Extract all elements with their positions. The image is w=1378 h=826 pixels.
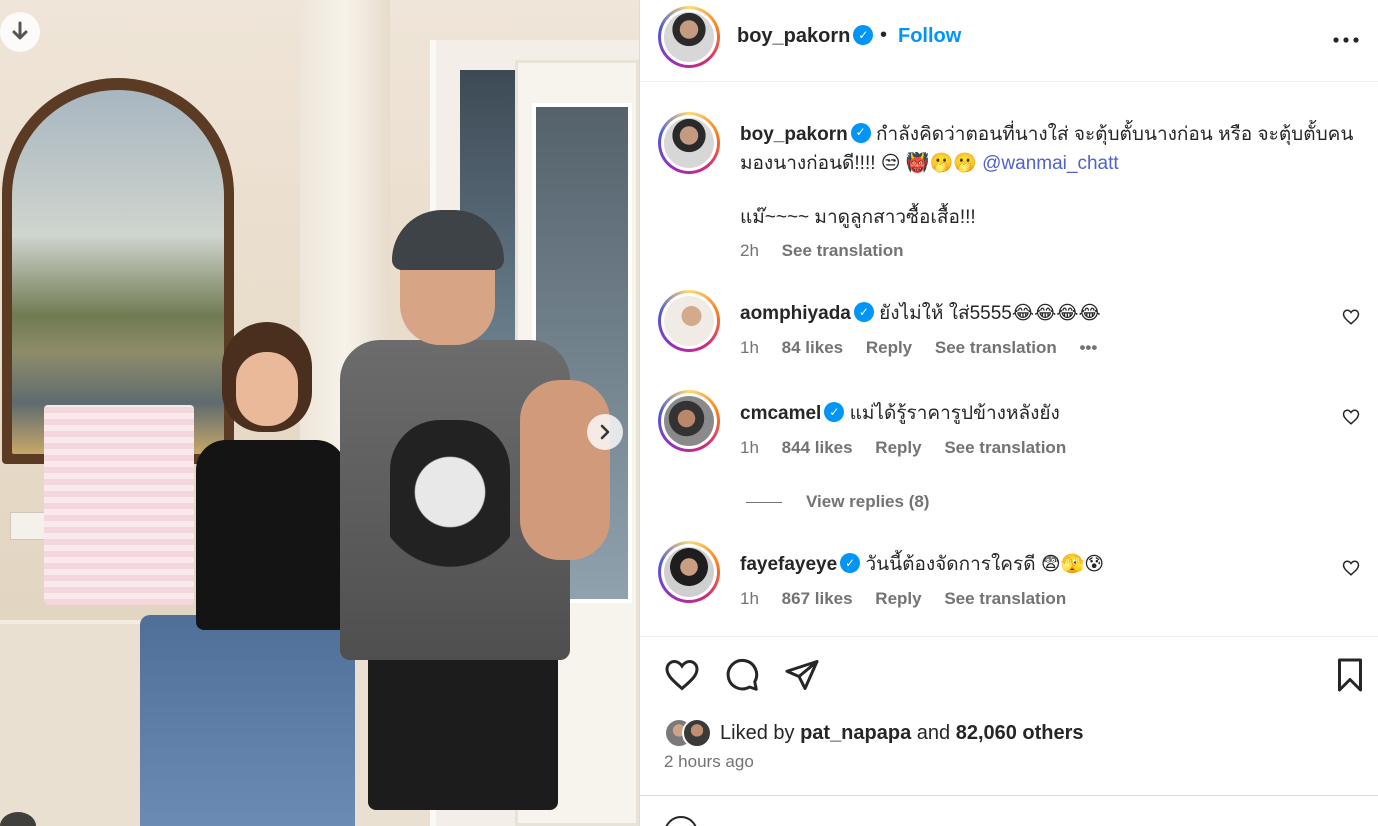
comment-item: fayefayeye ✓ วันนี้ต้องจัดการใครดี 😨🫣😰 1h… bbox=[658, 541, 1360, 621]
verified-badge-icon: ✓ bbox=[824, 401, 845, 422]
commenter-username[interactable]: cmcamel bbox=[740, 403, 821, 424]
header-separator: • bbox=[880, 24, 888, 46]
photo-girl-top bbox=[196, 440, 346, 630]
view-replies-line bbox=[746, 501, 782, 503]
comment-time: 1h bbox=[740, 338, 759, 357]
liked-by-middle: and bbox=[911, 721, 956, 744]
share-icon[interactable] bbox=[784, 657, 824, 697]
commenter-avatar[interactable] bbox=[658, 541, 720, 603]
comment-time: 1h bbox=[740, 438, 759, 457]
next-photo-button[interactable] bbox=[587, 414, 623, 450]
comment-likes[interactable]: 867 likes bbox=[782, 589, 853, 608]
comment-like-heart-icon[interactable] bbox=[1342, 308, 1360, 332]
comment-text: แม่ได้รู้ราคารูปข้างหลังยัง bbox=[849, 403, 1060, 424]
follow-button[interactable]: Follow bbox=[898, 25, 961, 48]
photo-man-shorts bbox=[368, 640, 558, 810]
verified-badge-icon: ✓ bbox=[850, 122, 871, 143]
comment-see-translation[interactable]: See translation bbox=[935, 338, 1057, 357]
view-replies-button[interactable]: View replies (8) bbox=[746, 492, 929, 512]
liked-by-prefix: Liked by bbox=[720, 721, 801, 744]
comment-time: 1h bbox=[740, 589, 759, 608]
verified-badge-icon: ✓ bbox=[840, 552, 861, 573]
comment-text: ยังไม่ให้ ใส่5555😂😂😂😂 bbox=[879, 303, 1101, 324]
liked-by-row: Liked by pat_napapa and 82,060 others bbox=[664, 718, 1084, 748]
verified-badge-icon: ✓ bbox=[853, 301, 874, 322]
comment-reply-button[interactable]: Reply bbox=[866, 338, 912, 357]
verified-badge-icon: ✓ bbox=[853, 24, 874, 45]
comment-see-translation[interactable]: See translation bbox=[944, 438, 1066, 457]
author-username-link[interactable]: boy_pakorn ✓ bbox=[737, 24, 874, 48]
comment-likes[interactable]: 844 likes bbox=[782, 438, 853, 457]
emoji-icon[interactable] bbox=[664, 816, 698, 826]
liked-by-others-link[interactable]: 82,060 others bbox=[956, 722, 1084, 744]
caption-username[interactable]: boy_pakorn bbox=[740, 124, 848, 145]
add-comment-bar bbox=[640, 795, 1378, 826]
comment-item: aomphiyada ✓ ยังไม่ให้ ใส่5555😂😂😂😂 1h 84 … bbox=[658, 290, 1360, 370]
commenter-username[interactable]: aomphiyada bbox=[740, 303, 851, 324]
comment-reply-button[interactable]: Reply bbox=[875, 589, 921, 608]
caption-mention-link[interactable]: @wanmai_chatt bbox=[982, 153, 1119, 174]
download-icon[interactable] bbox=[0, 12, 40, 52]
photo-shirt-print bbox=[390, 420, 510, 600]
commenter-username[interactable]: fayefayeye bbox=[740, 554, 837, 575]
commenter-avatar[interactable] bbox=[658, 290, 720, 352]
post-photo[interactable] bbox=[0, 0, 639, 826]
liker-avatar[interactable] bbox=[682, 718, 712, 748]
comment-text: วันนี้ต้องจัดการใครดี 😨🫣😰 bbox=[865, 554, 1105, 575]
comment-like-heart-icon[interactable] bbox=[1342, 559, 1360, 583]
liked-by-user-link[interactable]: pat_napapa bbox=[800, 722, 911, 744]
more-icon[interactable] bbox=[1333, 20, 1359, 51]
post-header: boy_pakorn ✓ • Follow bbox=[640, 0, 1378, 82]
caption-text-2: แม๊~~~~ มาดูลูกสาวซื้อเสื้อ!!! bbox=[740, 207, 976, 228]
comment-item: cmcamel ✓ แม่ได้รู้ราคารูปข้างหลังยัง 1h … bbox=[658, 390, 1360, 470]
comment-reply-button[interactable]: Reply bbox=[875, 438, 921, 457]
comment-like-heart-icon[interactable] bbox=[1342, 408, 1360, 432]
photo-man-arm bbox=[520, 380, 610, 560]
post-actions-bar bbox=[640, 636, 1378, 716]
post-side-panel: boy_pakorn ✓ • Follow boy_pakorn ✓ กำลังคิ… bbox=[639, 0, 1378, 826]
chevron-right-icon bbox=[600, 424, 610, 440]
caption-author-avatar[interactable] bbox=[658, 112, 720, 174]
heart-icon[interactable] bbox=[664, 657, 704, 697]
caption-see-translation[interactable]: See translation bbox=[782, 241, 904, 260]
photo-girl-jeans bbox=[140, 615, 355, 826]
view-replies-label: View replies (8) bbox=[806, 492, 930, 511]
comment-more-icon[interactable]: ••• bbox=[1079, 338, 1097, 357]
author-avatar[interactable] bbox=[658, 6, 720, 68]
bookmark-icon[interactable] bbox=[1332, 657, 1372, 697]
comment-see-translation[interactable]: See translation bbox=[944, 589, 1066, 608]
comment-icon[interactable] bbox=[724, 657, 764, 697]
photo-painting bbox=[12, 90, 224, 454]
commenter-avatar[interactable] bbox=[658, 390, 720, 452]
photo-girl-face bbox=[236, 352, 298, 426]
caption-time: 2h bbox=[740, 241, 759, 260]
photo-pink-top bbox=[44, 405, 194, 605]
post-time-ago[interactable]: 2 hours ago bbox=[664, 752, 754, 772]
caption-body: boy_pakorn ✓ กำลังคิดว่าตอนที่นางใส่ จะตุ… bbox=[740, 120, 1360, 265]
comment-likes[interactable]: 84 likes bbox=[782, 338, 843, 357]
